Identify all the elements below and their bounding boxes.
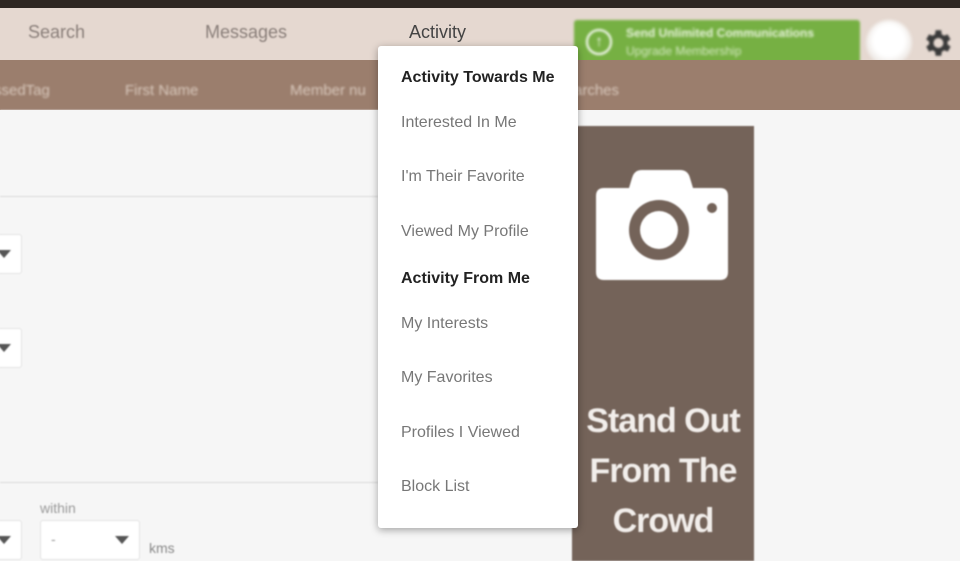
camera-icon [596,170,728,280]
chevron-down-icon [0,344,11,352]
chevron-down-icon [0,250,11,258]
chevron-down-icon [0,536,11,544]
subbar-item-first-name[interactable]: First Name [125,82,198,99]
menu-item-viewed-my-profile[interactable]: Viewed My Profile [401,223,529,241]
menu-item-profiles-i-viewed[interactable]: Profiles I Viewed [401,424,520,442]
within-value: - [51,531,56,547]
nav-search[interactable]: Search [28,22,85,43]
promo-line-2: From The [589,452,738,490]
chevron-down-icon [115,536,129,544]
upgrade-membership-button[interactable]: ↑ Send Unlimited Communications Upgrade … [574,20,860,64]
select-dropdown-2[interactable] [0,328,22,368]
subbar-item-searches[interactable]: arches [574,82,619,99]
select-dropdown-3[interactable] [0,520,22,560]
browser-top-strip [0,0,960,8]
within-distance-select[interactable]: - [40,520,140,560]
menu-item-interested-in-me[interactable]: Interested In Me [401,114,517,132]
within-label: within [40,500,76,516]
promo-line-1: Stand Out [586,402,740,440]
nav-messages[interactable]: Messages [205,22,287,43]
promo-text: Stand Out From The Crowd [572,396,754,546]
upgrade-subtitle: Upgrade Membership [626,44,742,58]
menu-item-im-their-favorite[interactable]: I'm Their Favorite [401,168,525,186]
subbar-item-tag[interactable]: ssedTag [0,82,50,99]
divider [0,196,378,197]
nav-activity[interactable]: Activity [409,22,466,43]
menu-item-block-list[interactable]: Block List [401,478,469,496]
select-dropdown-1[interactable] [0,234,22,274]
gear-icon[interactable] [920,26,954,60]
menu-heading-activity-towards-me: Activity Towards Me [401,69,555,86]
arrow-up-circle-icon: ↑ [586,29,612,55]
distance-unit: kms [149,540,175,556]
menu-item-my-favorites[interactable]: My Favorites [401,369,493,387]
divider [0,482,378,483]
activity-dropdown-menu: Activity Towards Me Interested In Me I'm… [378,46,578,528]
subbar-item-member-number[interactable]: Member nu [290,82,366,99]
upgrade-title: Send Unlimited Communications [626,26,815,40]
menu-heading-activity-from-me: Activity From Me [401,270,530,287]
menu-item-my-interests[interactable]: My Interests [401,315,488,333]
promo-line-3: Crowd [612,502,715,540]
promo-banner[interactable]: Stand Out From The Crowd [572,126,754,561]
